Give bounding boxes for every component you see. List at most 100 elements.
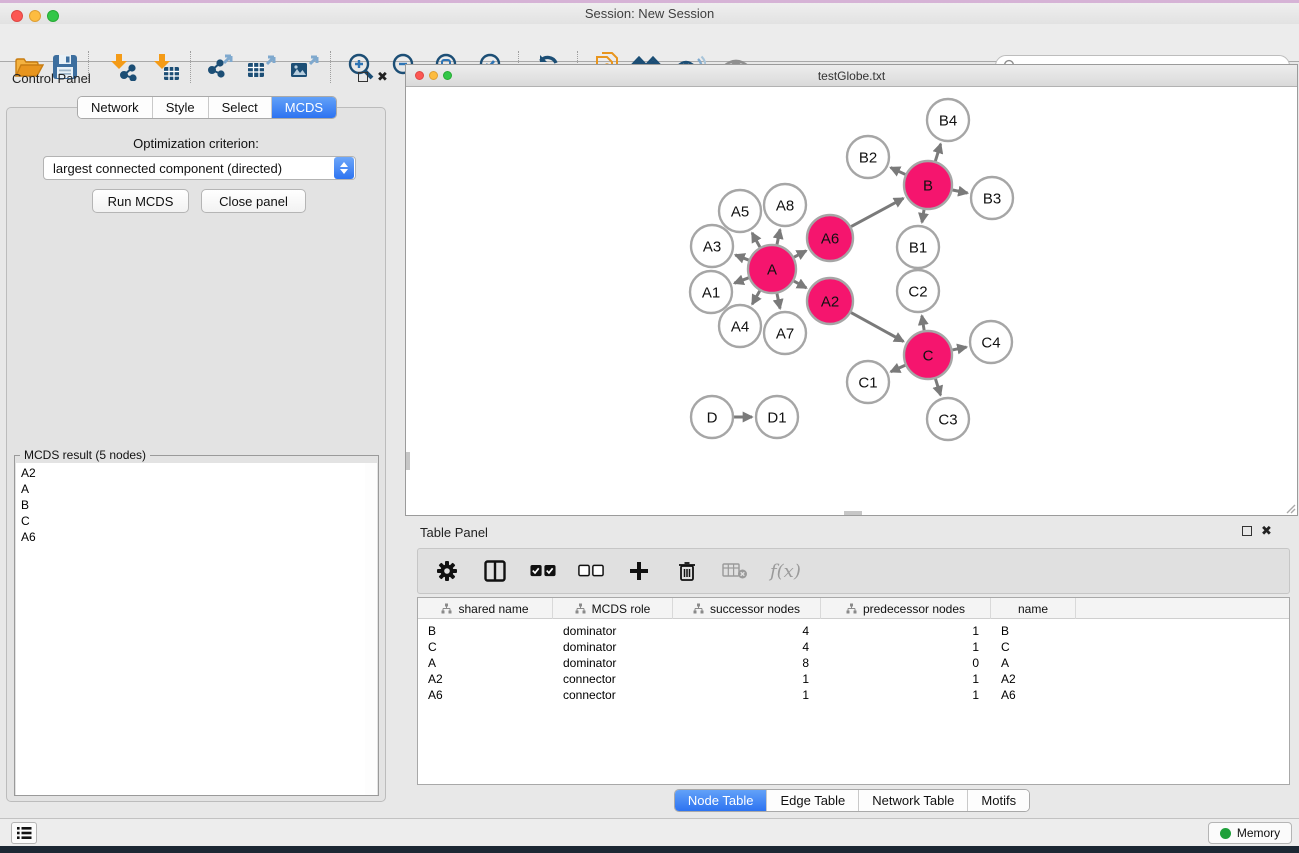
show-columns-icon[interactable]	[482, 558, 508, 584]
table-cell[interactable]: 1	[673, 671, 821, 687]
table-cell[interactable]: 1	[821, 687, 991, 703]
column-header-name[interactable]: name	[991, 598, 1076, 619]
memory-button[interactable]: Memory	[1208, 822, 1292, 844]
mcds-result-list[interactable]: A2ABCA6	[16, 463, 366, 795]
graph-edge-B-B2[interactable]	[891, 168, 906, 175]
table-row[interactable]: A2connector11A2	[418, 671, 1289, 687]
network-canvas[interactable]: AA1A2A3A4A5A6A7A8BB1B2B3B4CC1C2C3C4DD1	[406, 87, 1297, 515]
export-image-icon[interactable]	[285, 52, 323, 82]
table-row[interactable]: Cdominator41C	[418, 639, 1289, 655]
tab-network-table[interactable]: Network Table	[858, 790, 967, 811]
mcds-result-scrollbar[interactable]	[365, 463, 377, 795]
graph-node-B3[interactable]: B3	[971, 177, 1013, 219]
network-window-titlebar[interactable]: testGlobe.txt	[406, 65, 1297, 87]
graph-node-B[interactable]: B	[904, 161, 952, 209]
delete-column-icon[interactable]	[674, 558, 700, 584]
graph-edge-A-A6[interactable]	[794, 251, 806, 257]
graph-node-C[interactable]: C	[904, 331, 952, 379]
graph-edge-A-A7[interactable]	[777, 293, 780, 308]
select-all-columns-icon[interactable]	[530, 558, 556, 584]
table-cell[interactable]: dominator	[553, 623, 673, 639]
graph-edge-B-B4[interactable]	[935, 144, 940, 161]
table-cell[interactable]: A6	[418, 687, 553, 703]
table-cell[interactable]: A2	[991, 671, 1076, 687]
graph-edge-A6-B[interactable]	[851, 198, 903, 226]
table-cell[interactable]: B	[991, 623, 1076, 639]
table-cell[interactable]: 1	[673, 687, 821, 703]
graph-node-A7[interactable]: A7	[764, 312, 806, 354]
table-cell[interactable]: C	[991, 639, 1076, 655]
graph-node-A3[interactable]: A3	[691, 225, 733, 267]
graph-node-D1[interactable]: D1	[756, 396, 798, 438]
criterion-dropdown[interactable]: largest connected component (directed)	[43, 156, 356, 180]
graph-node-C2[interactable]: C2	[897, 270, 939, 312]
table-cell[interactable]: A2	[418, 671, 553, 687]
graph-edge-C-C4[interactable]	[952, 347, 966, 350]
column-header-shared-name[interactable]: shared name	[418, 598, 553, 619]
graph-node-A8[interactable]: A8	[764, 184, 806, 226]
graph-edge-A-A3[interactable]	[735, 255, 748, 260]
deselect-all-columns-icon[interactable]	[578, 558, 604, 584]
float-table-panel-icon[interactable]	[1242, 526, 1252, 536]
graph-node-A6[interactable]: A6	[807, 215, 853, 261]
export-network-icon[interactable]	[200, 52, 238, 82]
table-cell[interactable]: dominator	[553, 639, 673, 655]
table-cell[interactable]: 1	[821, 623, 991, 639]
table-cell[interactable]: B	[418, 623, 553, 639]
tab-select[interactable]: Select	[208, 97, 271, 118]
graph-node-B1[interactable]: B1	[897, 226, 939, 268]
graph-edge-A2-C[interactable]	[851, 313, 903, 342]
mcds-result-item[interactable]: C	[16, 513, 365, 529]
table-row[interactable]: Bdominator41B	[418, 623, 1289, 639]
close-panel-button[interactable]: Close panel	[201, 189, 306, 213]
network-vertical-scroll-thumb[interactable]	[406, 452, 410, 470]
table-cell[interactable]: A6	[991, 687, 1076, 703]
graph-node-C3[interactable]: C3	[927, 398, 969, 440]
table-cell[interactable]: C	[418, 639, 553, 655]
table-cell[interactable]: 1	[821, 671, 991, 687]
table-row[interactable]: A6connector11A6	[418, 687, 1289, 703]
graph-node-A1[interactable]: A1	[690, 271, 732, 313]
column-header-successor-nodes[interactable]: successor nodes	[673, 598, 821, 619]
graph-edge-A-A5[interactable]	[752, 233, 760, 247]
graph-node-A[interactable]: A	[748, 245, 796, 293]
table-cell[interactable]: connector	[553, 671, 673, 687]
graph-edge-A-A4[interactable]	[752, 291, 760, 304]
graph-node-B2[interactable]: B2	[847, 136, 889, 178]
graph-edge-A-A1[interactable]	[734, 278, 748, 283]
table-cell[interactable]: dominator	[553, 655, 673, 671]
tab-mcds[interactable]: MCDS	[271, 97, 336, 118]
float-panel-icon[interactable]	[358, 72, 368, 82]
mcds-result-item[interactable]: A6	[16, 529, 365, 545]
table-cell[interactable]: 4	[673, 623, 821, 639]
graph-edge-C-C2[interactable]	[922, 316, 924, 331]
settings-gear-icon[interactable]	[434, 558, 460, 584]
network-horizontal-scroll-thumb[interactable]	[844, 511, 862, 515]
graph-node-B4[interactable]: B4	[927, 99, 969, 141]
graph-node-C1[interactable]: C1	[847, 361, 889, 403]
mcds-result-item[interactable]: A2	[16, 465, 365, 481]
table-cell[interactable]: 1	[821, 639, 991, 655]
tab-node-table[interactable]: Node Table	[675, 790, 767, 811]
mcds-result-item[interactable]: A	[16, 481, 365, 497]
table-cell[interactable]: A	[418, 655, 553, 671]
close-table-panel-icon[interactable]: ✖	[1261, 526, 1272, 536]
graph-node-A2[interactable]: A2	[807, 278, 853, 324]
table-cell[interactable]: connector	[553, 687, 673, 703]
graph-edge-A-A8[interactable]	[777, 229, 780, 244]
table-cell[interactable]: A	[991, 655, 1076, 671]
graph-node-D[interactable]: D	[691, 396, 733, 438]
run-mcds-button[interactable]: Run MCDS	[92, 189, 189, 213]
task-history-button[interactable]	[11, 822, 37, 844]
mcds-result-item[interactable]: B	[16, 497, 365, 513]
column-header-predecessor-nodes[interactable]: predecessor nodes	[821, 598, 991, 619]
tab-edge-table[interactable]: Edge Table	[766, 790, 858, 811]
add-column-icon[interactable]	[626, 558, 652, 584]
table-row[interactable]: Adominator80A	[418, 655, 1289, 671]
column-header-MCDS-role[interactable]: MCDS role	[553, 598, 673, 619]
table-cell[interactable]: 0	[821, 655, 991, 671]
graph-edge-B-B3[interactable]	[952, 190, 967, 193]
import-table-icon[interactable]	[147, 52, 185, 82]
graph-node-C4[interactable]: C4	[970, 321, 1012, 363]
table-cell[interactable]: 8	[673, 655, 821, 671]
